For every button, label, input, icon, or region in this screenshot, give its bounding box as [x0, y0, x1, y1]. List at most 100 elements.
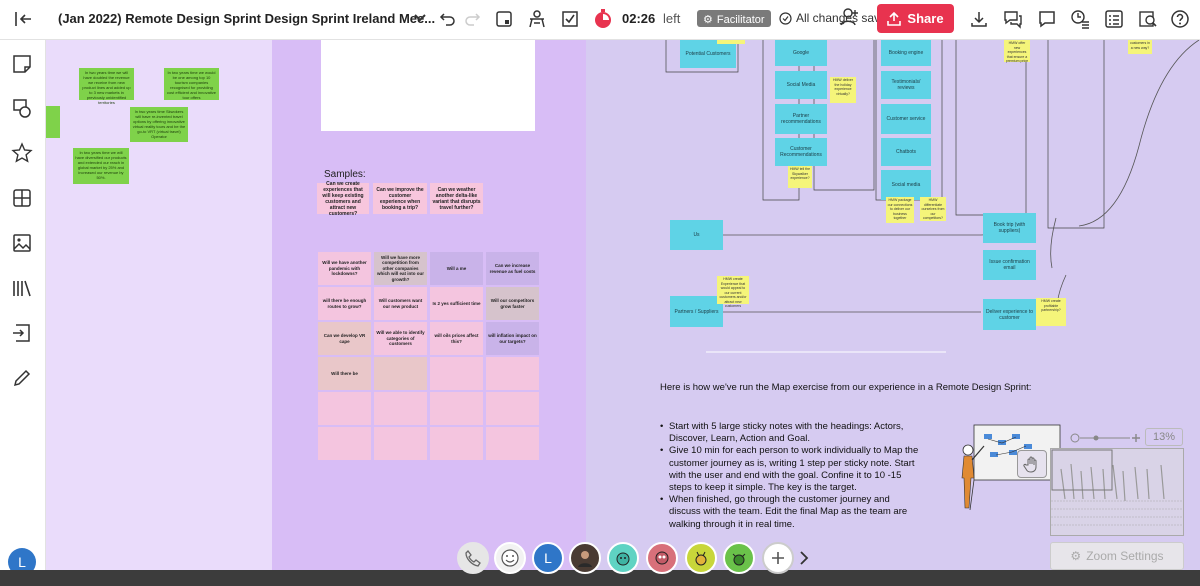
participant-avatar-photo[interactable]: [569, 542, 601, 574]
download-icon[interactable]: [968, 8, 990, 30]
star-icon[interactable]: [11, 142, 33, 164]
map-sticky[interactable]: Social Media: [775, 71, 827, 99]
vision-sticky[interactable]: In two years time we will have doubled t…: [79, 68, 134, 105]
minimap[interactable]: [1050, 448, 1184, 536]
sample-sticky[interactable]: Can we create experiences that will keep…: [317, 181, 369, 217]
map-sticky[interactable]: Booking engine: [881, 40, 931, 66]
map-sticky[interactable]: Potential Customers: [680, 40, 736, 68]
map-sticky[interactable]: Partner recommendations: [775, 104, 827, 134]
exit-board-icon[interactable]: [12, 8, 34, 30]
zoom-level[interactable]: 13%: [1145, 428, 1183, 446]
comment-icon[interactable]: [1036, 8, 1058, 30]
participant-animal-avatar[interactable]: [685, 542, 717, 574]
map-sticky[interactable]: Us: [670, 220, 723, 250]
add-participant-button[interactable]: [762, 542, 794, 574]
map-sticky[interactable]: Google: [775, 40, 827, 66]
question-sticky[interactable]: [318, 427, 371, 460]
map-sticky[interactable]: Customer service: [881, 104, 931, 134]
help-icon[interactable]: [1169, 8, 1191, 30]
board-list-icon[interactable]: [1103, 8, 1125, 30]
question-sticky[interactable]: [318, 392, 371, 425]
board-title[interactable]: (Jan 2022) Remote Design Sprint Design S…: [58, 11, 435, 26]
vision-sticky-partial[interactable]: [46, 106, 60, 138]
question-sticky[interactable]: Will a me: [430, 252, 483, 285]
question-sticky[interactable]: [374, 357, 427, 390]
timer-icon[interactable]: [592, 8, 614, 30]
question-sticky[interactable]: Will our competitors grow faster: [486, 287, 539, 320]
question-sticky[interactable]: Will we have more competition from other…: [374, 252, 427, 285]
map-sticky[interactable]: Social media: [881, 170, 931, 200]
map-sticky[interactable]: Partners / Suppliers: [670, 296, 723, 327]
pen-icon[interactable]: [11, 367, 33, 389]
share-button[interactable]: Share: [877, 4, 954, 33]
question-sticky[interactable]: Is 2 yes sufficient time: [430, 287, 483, 320]
frame-icon[interactable]: [493, 8, 515, 30]
sample-sticky[interactable]: Can we improve the customer experience w…: [373, 183, 427, 214]
facilitator-badge[interactable]: ⚙ Facilitator: [697, 10, 771, 27]
question-sticky[interactable]: [374, 392, 427, 425]
participant-avatar[interactable]: L: [532, 542, 564, 574]
hmw-sticky[interactable]: HMW create profitable partnership?: [1036, 298, 1066, 326]
participant-animal-avatar[interactable]: [607, 542, 639, 574]
question-sticky[interactable]: [430, 357, 483, 390]
grid-icon[interactable]: [11, 187, 33, 209]
shapes-icon[interactable]: [11, 97, 33, 119]
import-icon[interactable]: [11, 322, 33, 344]
question-sticky[interactable]: [430, 392, 483, 425]
hmw-sticky[interactable]: HMW offer new experiences that ensure a …: [1004, 40, 1030, 63]
sample-sticky[interactable]: Can we weather another delta-like varian…: [430, 183, 483, 214]
map-sticky[interactable]: Book trip (with suppliers): [983, 213, 1036, 243]
undo-icon[interactable]: [437, 8, 459, 30]
hmw-sticky[interactable]: customers in a new way?: [1128, 40, 1152, 54]
image-placeholder[interactable]: [321, 40, 535, 131]
vision-sticky[interactable]: In two years time we would be one among …: [164, 68, 219, 100]
sticky-note-icon[interactable]: [11, 53, 33, 75]
question-sticky[interactable]: Will customers want our new product: [374, 287, 427, 320]
library-icon[interactable]: [11, 277, 33, 299]
map-sticky[interactable]: Deliver experience to customer: [983, 299, 1036, 330]
question-sticky[interactable]: [374, 427, 427, 460]
hmw-sticky[interactable]: HMW differentiate ourselves from our com…: [920, 197, 946, 221]
question-sticky[interactable]: Will there be: [318, 357, 371, 390]
zoom-slider[interactable]: [1024, 428, 1144, 448]
chevron-down-icon[interactable]: [412, 9, 428, 25]
board-canvas[interactable]: In two years time we will have doubled t…: [46, 40, 1200, 570]
activity-log-icon[interactable]: [1069, 8, 1091, 30]
redo-icon[interactable]: [461, 8, 483, 30]
question-sticky[interactable]: will oils prices affect this?: [430, 322, 483, 355]
question-sticky[interactable]: Will we able to identify categories of c…: [374, 322, 427, 355]
call-icon[interactable]: [457, 542, 489, 574]
chevron-right-icon[interactable]: [798, 550, 810, 571]
question-sticky[interactable]: Can we develop VR cape: [318, 322, 371, 355]
map-sticky[interactable]: Chatbots: [881, 138, 931, 166]
question-sticky[interactable]: [486, 357, 539, 390]
image-icon[interactable]: [11, 232, 33, 254]
participant-animal-avatar[interactable]: [723, 542, 755, 574]
question-sticky[interactable]: will there be enough routes to grow?: [318, 287, 371, 320]
pan-hand-icon[interactable]: [1017, 450, 1047, 478]
map-sticky[interactable]: Customer Recommendations: [775, 138, 827, 166]
vote-icon[interactable]: [559, 8, 581, 30]
vision-sticky[interactable]: In two years time Skwokers will have re-…: [130, 107, 188, 142]
hmw-sticky[interactable]: HMW package our connections to deliver o…: [886, 197, 914, 223]
search-icon[interactable]: [1137, 8, 1159, 30]
map-sticky[interactable]: Testimonials/ reviews: [881, 71, 931, 99]
question-sticky[interactable]: Can we increase revenue as fuel costs: [486, 252, 539, 285]
hmw-sticky[interactable]: HMW deliver the holiday experience virtu…: [830, 77, 856, 103]
zoom-settings-button[interactable]: ⚙ Zoom Settings: [1050, 542, 1184, 570]
question-sticky[interactable]: [430, 427, 483, 460]
activity-icon[interactable]: [526, 8, 548, 30]
vision-sticky[interactable]: In two years time we will have diversifi…: [73, 148, 129, 184]
hmw-sticky[interactable]: HMW create Experience that would appeal …: [717, 276, 749, 308]
add-user-icon[interactable]: [838, 6, 860, 28]
hmw-sticky-partial[interactable]: [717, 40, 745, 44]
participant-animal-avatar[interactable]: [646, 542, 678, 574]
map-sticky[interactable]: Issue confirmation email: [983, 250, 1036, 280]
question-sticky[interactable]: [486, 392, 539, 425]
emoji-icon[interactable]: [494, 542, 526, 574]
hmw-sticky[interactable]: HMW tell the Skywalker experience?: [788, 166, 812, 188]
question-sticky[interactable]: will inflation impact on our targets?: [486, 322, 539, 355]
chat-icon[interactable]: [1002, 8, 1024, 30]
question-sticky[interactable]: Will we have another pandemic with lockd…: [318, 252, 371, 285]
question-sticky[interactable]: [486, 427, 539, 460]
